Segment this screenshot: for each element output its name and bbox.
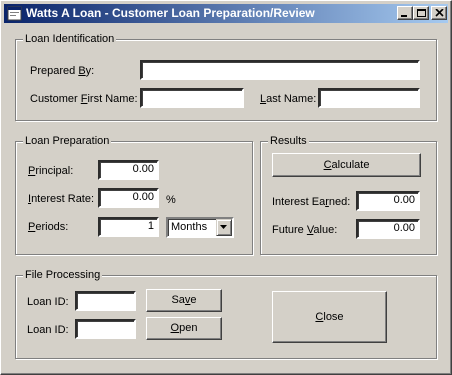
close-button[interactable]: Close	[272, 291, 387, 343]
save-button[interactable]: Save	[146, 289, 222, 312]
loan-identification-legend: Loan Identification	[23, 32, 117, 46]
window-title: Watts A Loan - Customer Loan Preparation…	[26, 6, 315, 20]
loan-id-label-save: Loan ID:	[27, 296, 69, 308]
loan-preparation-legend: Loan Preparation	[23, 134, 112, 148]
calculate-button[interactable]: Calculate	[272, 153, 421, 177]
last-name-input[interactable]	[318, 88, 420, 108]
title-bar[interactable]: Watts A Loan - Customer Loan Preparation…	[4, 4, 448, 23]
future-value-output[interactable]: 0.00	[356, 219, 420, 239]
loan-id-label-open: Loan ID:	[27, 324, 69, 336]
interest-rate-label: Interest Rate:	[28, 193, 95, 205]
interest-earned-label: Interest Earned:	[272, 196, 351, 208]
file-processing-legend: File Processing	[23, 268, 103, 282]
period-unit-dropdown-button[interactable]	[216, 219, 232, 236]
loan-identification-group: Loan Identification	[15, 32, 437, 121]
loan-id-save-input[interactable]	[75, 291, 136, 311]
loan-id-open-input[interactable]	[75, 319, 136, 339]
interest-earned-output[interactable]: 0.00	[356, 191, 420, 211]
period-unit-select[interactable]: Months	[166, 217, 234, 238]
interest-rate-input[interactable]: 0.00	[98, 188, 159, 208]
periods-input[interactable]: 1	[98, 217, 159, 237]
app-icon	[7, 6, 22, 21]
minimize-icon	[401, 15, 407, 17]
customer-first-name-input[interactable]	[140, 88, 244, 108]
open-button[interactable]: Open	[146, 317, 222, 340]
minimize-button[interactable]	[397, 6, 413, 20]
last-name-label: Last Name:	[260, 93, 317, 105]
prepared-by-label: Prepared By:	[30, 65, 95, 77]
main-window: Watts A Loan - Customer Loan Preparation…	[0, 0, 452, 375]
periods-label: Periods:	[28, 221, 69, 233]
principal-input[interactable]: 0.00	[98, 160, 159, 180]
future-value-label: Future Value:	[272, 224, 338, 236]
maximize-button[interactable]	[413, 6, 429, 20]
close-icon	[435, 9, 444, 17]
principal-label: Principal:	[28, 165, 74, 177]
results-legend: Results	[268, 134, 309, 148]
percent-label: %	[166, 194, 176, 206]
prepared-by-input[interactable]	[140, 60, 420, 80]
close-window-button[interactable]	[431, 6, 447, 20]
customer-first-name-label: Customer First Name:	[30, 93, 138, 105]
period-unit-value: Months	[171, 221, 208, 233]
maximize-icon	[417, 9, 426, 17]
chevron-down-icon	[220, 225, 227, 229]
